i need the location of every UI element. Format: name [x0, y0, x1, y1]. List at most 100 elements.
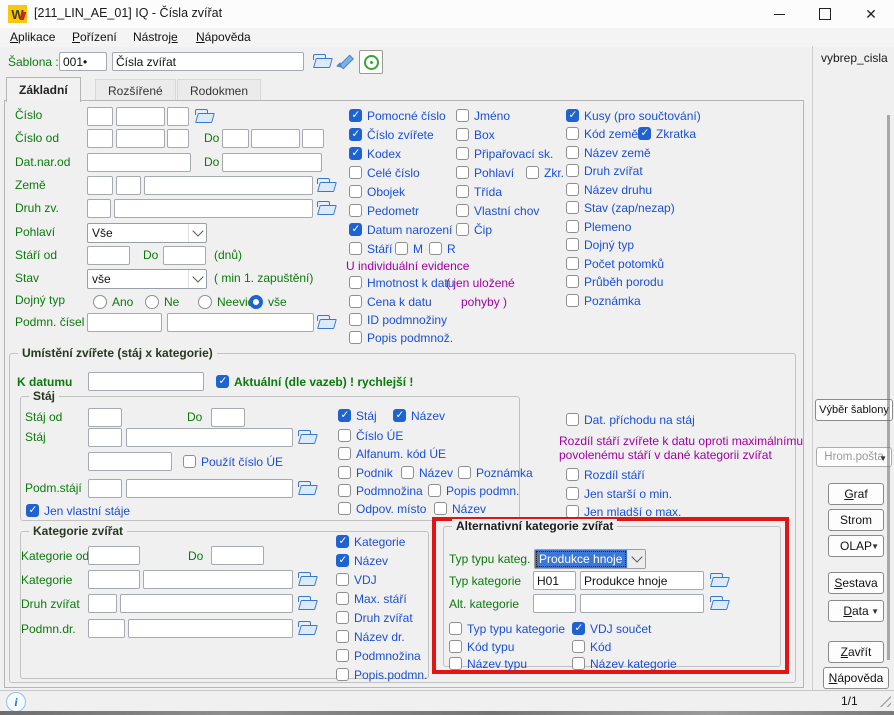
checkbox-nazev-druhu[interactable]: Název druhu [566, 181, 652, 198]
cislo-input-2[interactable] [116, 107, 165, 126]
checkbox-r[interactable]: R [429, 240, 456, 257]
strom-button[interactable]: Strom [828, 509, 884, 531]
info-icon[interactable]: i [6, 692, 26, 712]
menu-porizeni[interactable]: Pořízení [72, 30, 117, 44]
checkbox-m[interactable]: M [395, 240, 423, 257]
hrom-posta-button[interactable]: Hrom.pošta▼ [816, 447, 892, 467]
kategorie-do-input[interactable] [211, 546, 264, 565]
podmn-cisel-nazev-input[interactable] [167, 313, 314, 332]
checkbox-datum-narozeni[interactable]: Datum narození [349, 221, 452, 238]
open-folder-icon[interactable] [297, 481, 316, 496]
staj-kod-input[interactable] [88, 428, 122, 447]
pohlavi-select[interactable]: Vše [87, 223, 207, 243]
menu-aplikace[interactable]: Aplikace [10, 30, 55, 44]
checkbox-druh-zvirat-out[interactable]: Druh zvířat [336, 609, 413, 626]
checkbox-cislo-ue[interactable]: Číslo ÚE [338, 427, 403, 444]
podm-staji-input[interactable] [88, 479, 122, 498]
typ-kategorie-nazev-input[interactable] [580, 571, 704, 590]
checkbox-dojny-typ[interactable]: Dojný typ [566, 236, 634, 253]
checkbox-zkr[interactable]: Zkr. [526, 164, 564, 181]
checkbox-plemeno[interactable]: Plemeno [566, 218, 631, 235]
checkbox-vdj-soucet[interactable]: VDJ součet [572, 620, 651, 637]
podmn-dr-input[interactable] [88, 619, 125, 638]
checkbox-staj-nazev-out[interactable]: Název [393, 407, 445, 424]
open-folder-icon[interactable] [297, 572, 316, 587]
checkbox-cena-k-datu[interactable]: Cena k datu [349, 293, 432, 310]
menu-nastroje[interactable]: Nástroje [133, 30, 178, 44]
tab-zakladni[interactable]: Základní [6, 77, 81, 102]
checkbox-prubeh-porodu[interactable]: Průběh porodu [566, 273, 663, 290]
minimize-button[interactable] [756, 0, 802, 28]
cislo-input-3[interactable] [167, 107, 189, 126]
checkbox-kod[interactable]: Kód [572, 638, 611, 655]
template-code-input[interactable] [59, 52, 107, 71]
checkbox-podnik-nazev[interactable]: Název [401, 464, 453, 481]
kategorie-kod-input[interactable] [88, 570, 140, 589]
typ-kategorie-kod-input[interactable] [533, 571, 576, 590]
checkbox-druh-zvirat[interactable]: Druh zvířat [566, 162, 643, 179]
checkbox-aktualni[interactable]: Aktuální (dle vazeb) ! rychlejší ! [216, 373, 413, 390]
checkbox-popis-podmn-staj[interactable]: Popis podmn. [428, 482, 519, 499]
checkbox-pocet-potomku[interactable]: Počet potomků [566, 255, 664, 272]
cislo-input-1[interactable] [87, 107, 113, 126]
checkbox-typ-typu-kategorie[interactable]: Typ typu kategorie [449, 620, 565, 637]
vyber-sablony-button[interactable]: Výběr šablony [815, 399, 893, 421]
open-folder-icon[interactable] [316, 201, 335, 216]
checkbox-nazev-zeme[interactable]: Název země [566, 144, 651, 161]
sestava-button[interactable]: Sestava [828, 572, 884, 594]
stav-select[interactable]: vše [87, 269, 207, 289]
alt-kategorie-kod-input[interactable] [533, 594, 576, 613]
staj-do-input[interactable] [211, 408, 245, 427]
open-folder-icon[interactable] [194, 109, 213, 124]
checkbox-stav-zap-nezap[interactable]: Stav (zap/nezap) [566, 199, 675, 216]
radio-ano[interactable]: Ano [93, 293, 133, 310]
checkbox-kod-typu[interactable]: Kód typu [449, 638, 514, 655]
checkbox-zkratka[interactable]: Zkratka [638, 125, 696, 142]
tab-rozsirene[interactable]: Rozšířené [95, 79, 176, 101]
checkbox-stari[interactable]: Stáří [349, 240, 392, 257]
checkbox-cislo-zvirete[interactable]: Číslo zvířete [349, 126, 434, 143]
checkbox-vlastni-chov[interactable]: Vlastní chov [456, 202, 539, 219]
cislo-od-input-2[interactable] [116, 129, 165, 148]
napoveda-button[interactable]: Nápověda [823, 667, 889, 689]
cislo-do-input-2[interactable] [251, 129, 300, 148]
kategorie-od-input[interactable] [88, 546, 140, 565]
dat-nar-od-input[interactable] [87, 153, 191, 172]
checkbox-kusy[interactable]: Kusy (pro součtování) [566, 107, 701, 124]
typ-typu-kateg-select[interactable]: Produkce hnoje [534, 549, 646, 569]
checkbox-id-podmnoziny[interactable]: ID podmnožiny [349, 311, 447, 328]
checkbox-cele-cislo[interactable]: Celé číslo [349, 164, 420, 181]
graf-button[interactable]: Graf [828, 483, 884, 505]
data-button[interactable]: Data▼ [828, 600, 884, 622]
zeme-input-1[interactable] [87, 176, 113, 195]
druh-zv-input[interactable] [87, 199, 111, 218]
cislo-do-input-1[interactable] [222, 129, 249, 148]
druh-zvirat-kod-input[interactable] [88, 594, 117, 613]
checkbox-pomocne-cislo[interactable]: Pomocné číslo [349, 107, 446, 124]
open-folder-icon[interactable] [316, 315, 335, 330]
druh-zvirat-nazev-input[interactable] [120, 594, 293, 613]
open-folder-icon[interactable] [297, 621, 316, 636]
staj-od-input[interactable] [88, 408, 122, 427]
checkbox-kategorie-out[interactable]: Kategorie [336, 533, 405, 550]
checkbox-priparovaci-sk[interactable]: Připařovací sk. [456, 145, 553, 162]
zavrit-button[interactable]: Zavřít [828, 641, 884, 663]
checkbox-kod-zeme[interactable]: Kód země [566, 125, 638, 142]
checkbox-popis-podmnoz[interactable]: Popis podmnož. [349, 329, 453, 346]
zeme-input-2[interactable] [116, 176, 141, 195]
radio-vse[interactable]: vše [249, 293, 287, 310]
tab-rodokmen[interactable]: Rodokmen [177, 79, 261, 101]
checkbox-jmeno[interactable]: Jméno [456, 107, 510, 124]
kategorie-nazev-input[interactable] [143, 570, 293, 589]
podmn-dr-nazev-input[interactable] [128, 619, 293, 638]
zeme-nazev-input[interactable] [144, 176, 313, 195]
checkbox-nazev-typu[interactable]: Název typu [449, 655, 527, 672]
druh-zv-nazev-input[interactable] [114, 199, 313, 218]
podmn-cisel-input[interactable] [87, 313, 162, 332]
cislo-od-input-1[interactable] [87, 129, 113, 148]
close-button[interactable]: ✕ [848, 0, 894, 28]
staj-nazev-input[interactable] [126, 428, 293, 447]
resize-grip[interactable] [879, 695, 891, 707]
open-folder-icon[interactable] [312, 54, 331, 69]
checkbox-hmotnost-k-datu[interactable]: Hmotnost k datu [349, 274, 454, 291]
